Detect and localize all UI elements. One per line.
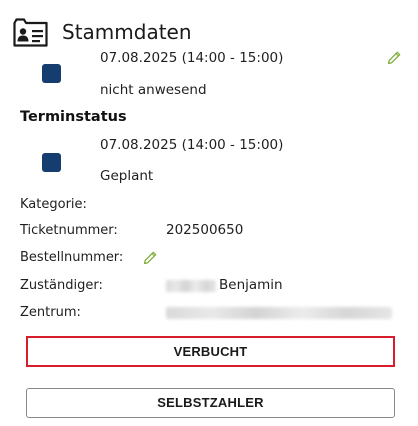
status-text: nicht anwesend: [100, 82, 207, 98]
edit-bestellnummer-icon[interactable]: [142, 250, 158, 266]
verbucht-button[interactable]: VERBUCHT: [26, 336, 395, 367]
zustaendiger-value: Benjamin: [219, 277, 283, 293]
ticketnummer-value: 202500650: [166, 222, 244, 238]
terminstatus-datetime: 07.08.2025 (14:00 - 15:00): [100, 137, 284, 153]
page-title: Stammdaten: [62, 20, 192, 44]
terminstatus-status: Geplant: [100, 168, 154, 184]
id-card-icon: [13, 18, 48, 47]
status-datetime: 07.08.2025 (14:00 - 15:00): [100, 50, 284, 66]
zentrum-label: Zentrum:: [20, 305, 81, 320]
selbstzahler-button[interactable]: SELBSTZAHLER: [26, 388, 395, 418]
pencil-icon[interactable]: [386, 50, 402, 66]
status-color-square: [42, 64, 61, 83]
redacted-zentrum: [166, 307, 392, 319]
terminstatus-title: Terminstatus: [20, 109, 127, 125]
kategorie-label: Kategorie:: [20, 197, 87, 212]
ticketnummer-label: Ticketnummer:: [20, 223, 118, 238]
bestellnummer-label: Bestellnummer:: [20, 250, 124, 265]
terminstatus-color-square: [42, 153, 61, 172]
zustaendiger-label: Zuständiger:: [20, 278, 103, 293]
redacted-name: [166, 280, 216, 292]
